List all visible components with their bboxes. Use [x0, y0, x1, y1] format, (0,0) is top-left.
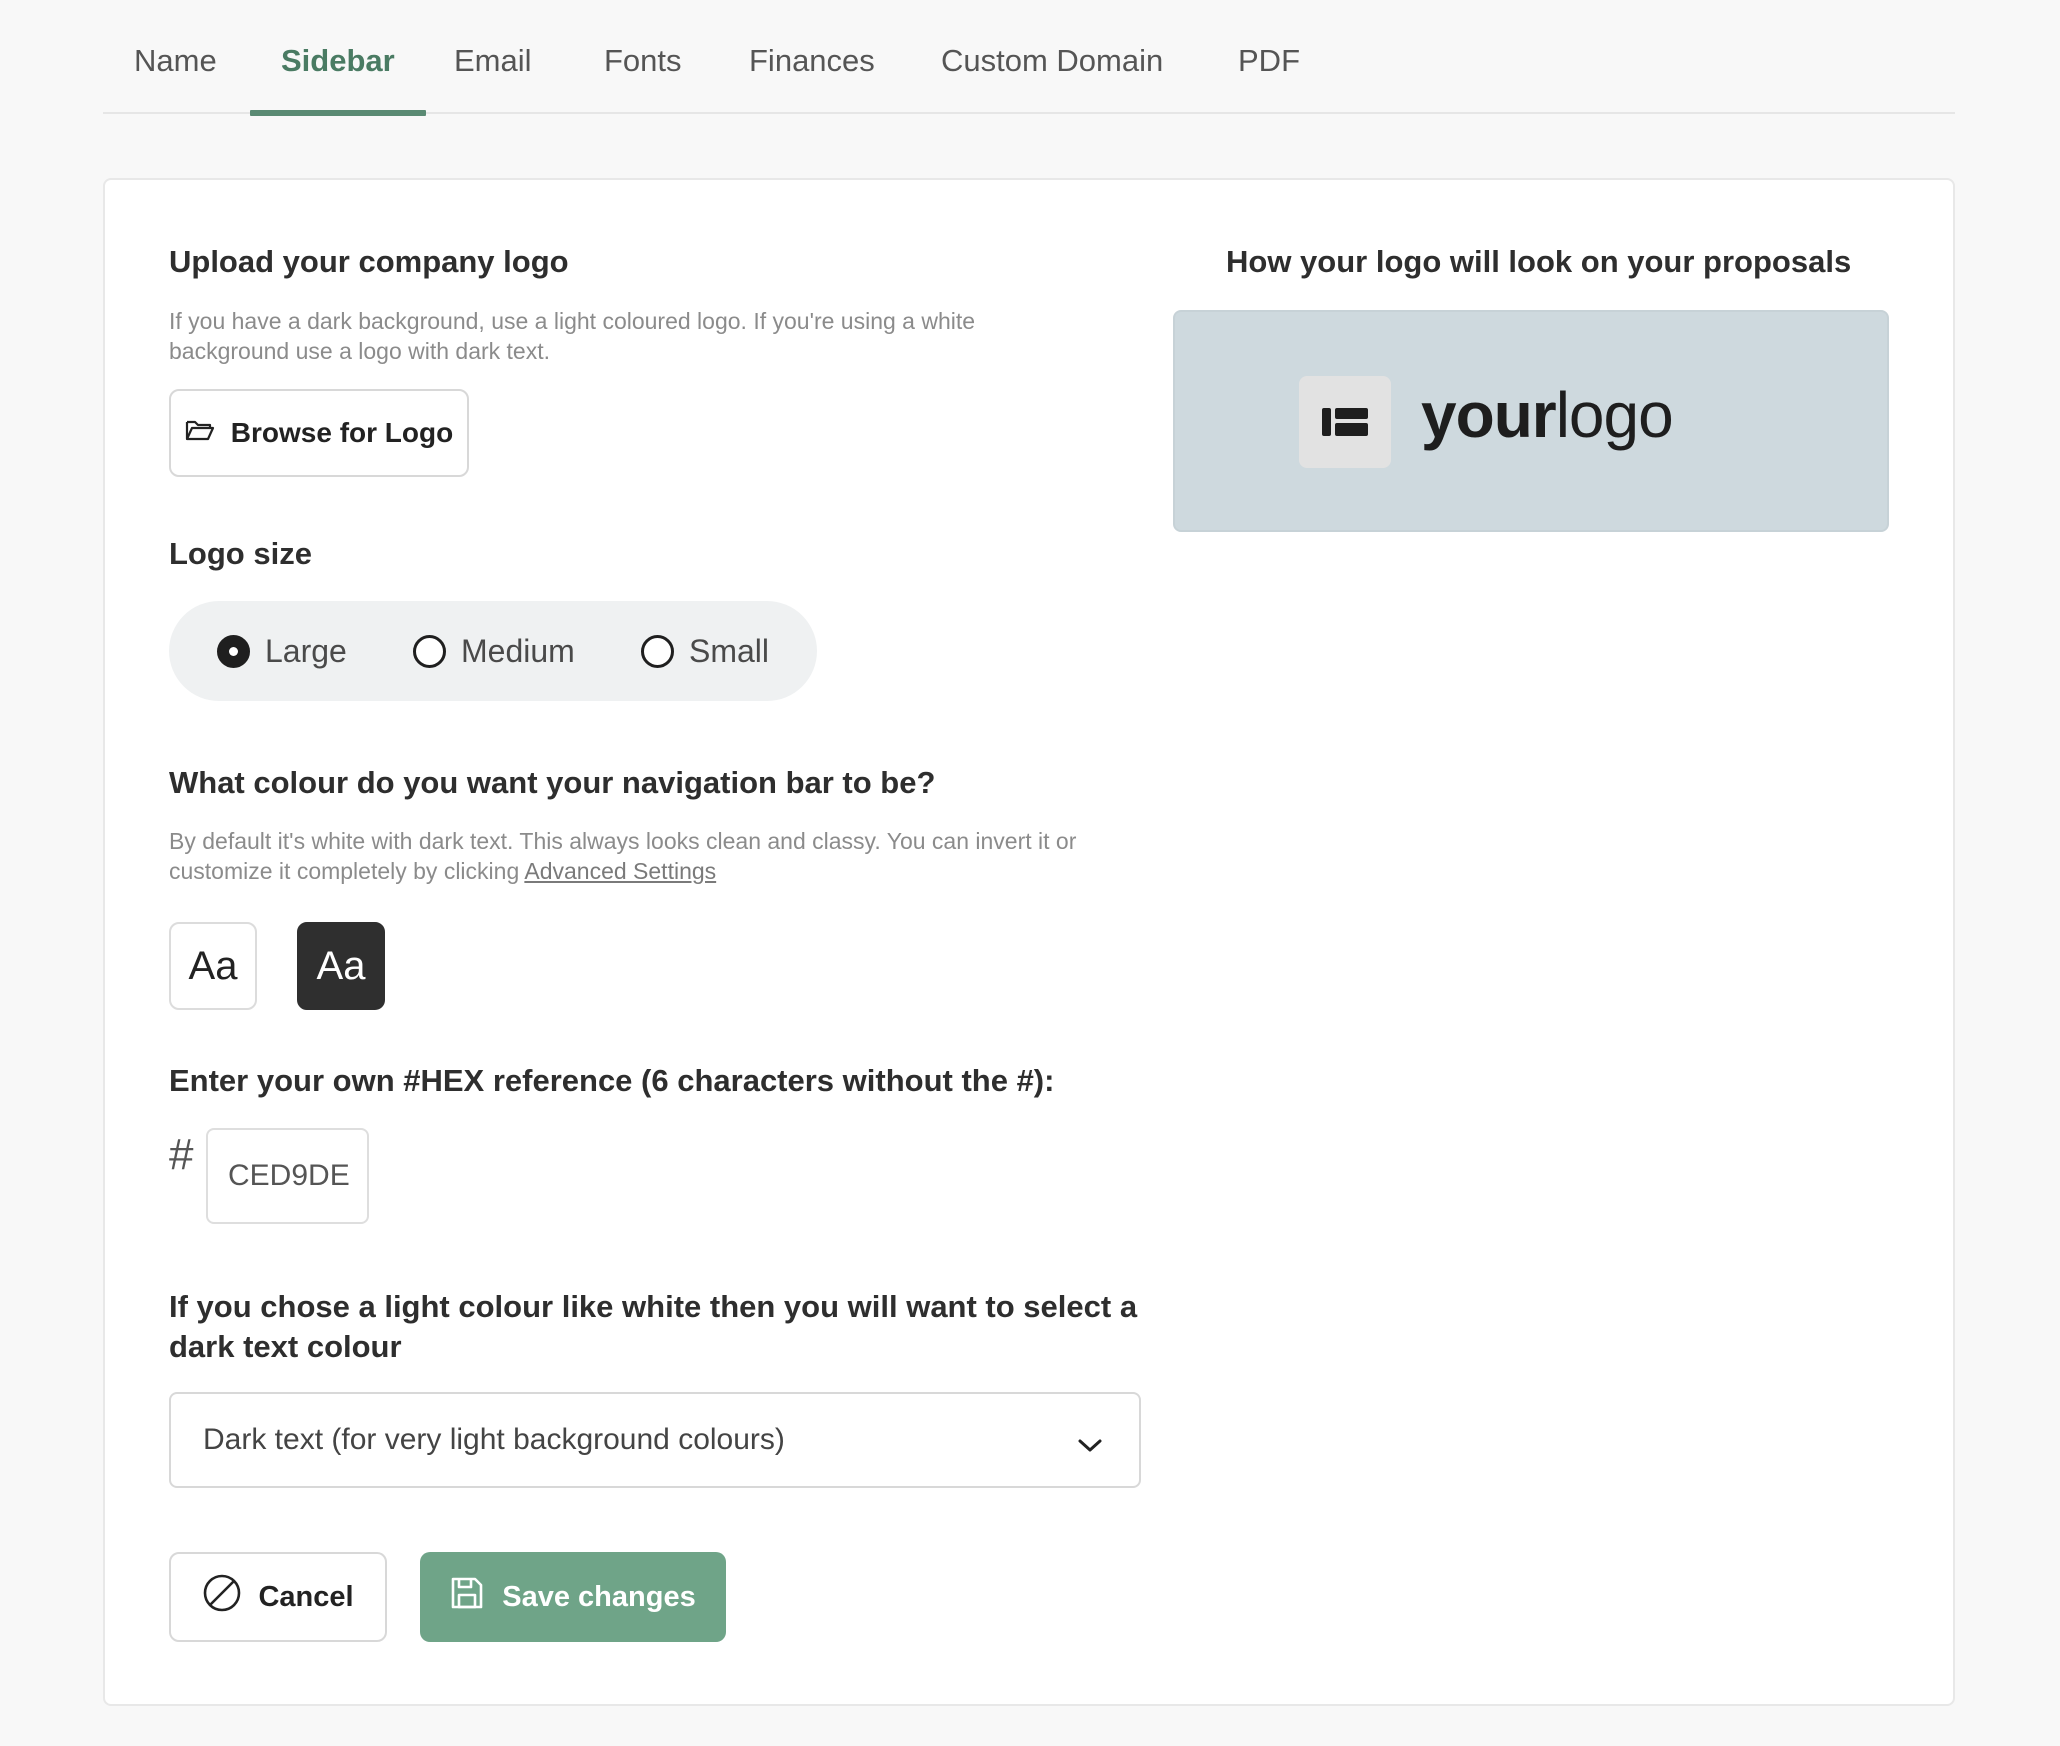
save-changes-button[interactable]: Save changes [420, 1552, 726, 1642]
logo-size-large-radio[interactable]: Large [217, 601, 347, 701]
preview-heading: How your logo will look on your proposal… [1226, 244, 1852, 279]
cancel-icon [202, 1573, 242, 1621]
hex-heading: Enter your own #HEX reference (6 charact… [169, 1063, 1055, 1098]
save-icon [450, 1576, 484, 1618]
hex-input[interactable] [206, 1128, 369, 1224]
logo-mark-icon [1299, 376, 1391, 468]
nav-colour-heading: What colour do you want your navigation … [169, 765, 936, 800]
tab-custom-domain[interactable]: Custom Domain [910, 36, 1194, 114]
dark-nav-swatch[interactable]: Aa [297, 922, 385, 1010]
tab-name[interactable]: Name [103, 36, 248, 114]
logo-size-medium-radio[interactable]: Medium [413, 601, 575, 701]
sidebar-settings-card: Upload your company logo If you have a d… [103, 178, 1955, 1706]
logo-size-large-label: Large [265, 632, 347, 669]
save-changes-label: Save changes [502, 1580, 696, 1613]
upload-logo-heading: Upload your company logo [169, 244, 569, 279]
logo-word-light: logo [1555, 379, 1674, 451]
logo-word-bold: your [1421, 379, 1557, 451]
folder-open-icon [185, 417, 215, 449]
logo-size-small-label: Small [689, 632, 770, 669]
tab-finances[interactable]: Finances [718, 36, 906, 114]
tab-pdf[interactable]: PDF [1207, 36, 1331, 114]
tab-email[interactable]: Email [423, 36, 563, 114]
logo-size-radio-group: Large Medium Small [169, 601, 817, 701]
text-colour-heading: If you chose a light colour like white t… [169, 1289, 1138, 1364]
logo-size-medium-label: Medium [461, 632, 575, 669]
text-colour-selected-value: Dark text (for very light background col… [203, 1423, 785, 1456]
logo-size-small-radio[interactable]: Small [641, 601, 769, 701]
nav-colour-help: By default it's white with dark text. Th… [169, 826, 1169, 886]
tab-sidebar[interactable]: Sidebar [250, 36, 426, 116]
cancel-label: Cancel [258, 1580, 354, 1613]
light-nav-swatch[interactable]: Aa [169, 922, 257, 1010]
tab-fonts[interactable]: Fonts [573, 36, 713, 114]
upload-logo-help: If you have a dark background, use a lig… [169, 308, 976, 364]
browse-logo-label: Browse for Logo [230, 417, 454, 448]
advanced-settings-link[interactable]: Advanced Settings [524, 858, 716, 884]
logo-wordmark: yourlogo [1421, 378, 1674, 452]
hex-prefix: # [169, 1130, 194, 1179]
text-colour-select[interactable]: Dark text (for very light background col… [169, 1392, 1141, 1488]
browse-logo-button[interactable]: Browse for Logo [169, 389, 469, 477]
logo-size-heading: Logo size [169, 536, 312, 571]
radio-unselected-icon [413, 634, 446, 668]
radio-selected-icon [217, 634, 250, 668]
logo-preview: yourlogo [1173, 310, 1889, 532]
chevron-down-icon [1077, 1428, 1103, 1462]
radio-unselected-icon [641, 634, 674, 668]
settings-tabs: Name Sidebar Email Fonts Finances Custom… [103, 0, 1955, 116]
cancel-button[interactable]: Cancel [169, 1552, 387, 1642]
